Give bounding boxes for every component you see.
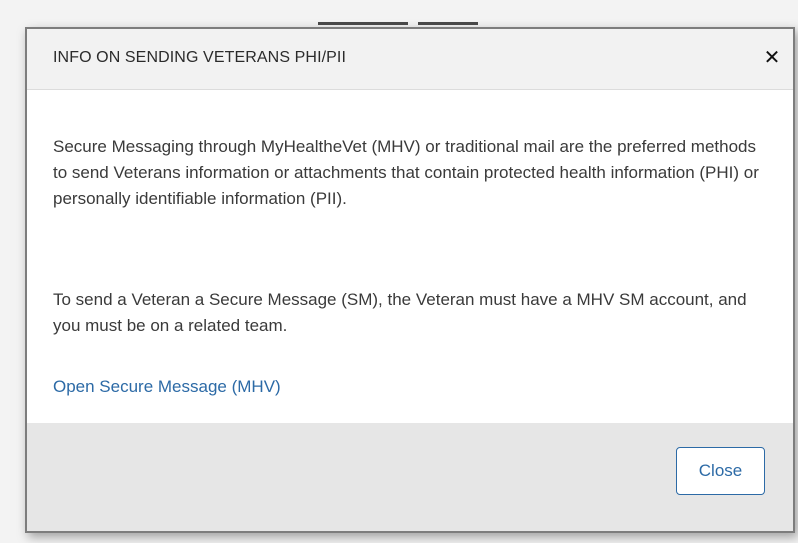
open-secure-message-link[interactable]: Open Secure Message (MHV) (53, 374, 281, 400)
dialog-footer: Close (27, 423, 793, 531)
background-page-fragment (300, 0, 500, 28)
dialog-header: INFO ON SENDING VETERANS PHI/PII ✕ (27, 29, 793, 90)
info-dialog: INFO ON SENDING VETERANS PHI/PII ✕ Secur… (25, 27, 795, 533)
info-paragraph-mhv: Secure Messaging through MyHealtheVet (M… (53, 137, 759, 208)
dialog-body: Secure Messaging through MyHealtheVet (M… (27, 90, 793, 423)
close-icon[interactable]: ✕ (759, 44, 785, 70)
dialog-title: INFO ON SENDING VETERANS PHI/PII (53, 49, 347, 66)
info-paragraph-sm-account: To send a Veteran a Secure Message (SM),… (53, 290, 747, 335)
close-button[interactable]: Close (676, 447, 765, 495)
